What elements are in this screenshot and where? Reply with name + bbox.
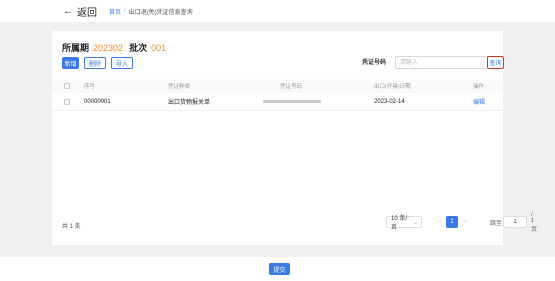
- page-title: 所属期 202302 批次 001: [62, 41, 172, 54]
- chevron-down-icon: ⌄: [412, 219, 418, 226]
- goto-label: 跳至: [490, 220, 503, 227]
- page-size-select[interactable]: 10 条/页 ⌄: [386, 216, 422, 231]
- delete-button[interactable]: 删除: [84, 57, 106, 69]
- breadcrumb-current: 出口退(免)凭证信息查询: [128, 9, 193, 16]
- breadcrumb-separator: /: [124, 8, 126, 14]
- prev-page-button[interactable]: ‹: [436, 216, 444, 228]
- page-number-1[interactable]: 1: [446, 216, 458, 228]
- top-bar: ← 返回 首页 / 出口退(免)凭证信息查询: [0, 0, 555, 22]
- masked-voucher-number: [263, 100, 321, 103]
- arrow-left-icon: ←: [63, 5, 73, 17]
- edit-link[interactable]: 编辑: [473, 93, 485, 110]
- row-seq: 00000001: [84, 98, 111, 105]
- select-all-checkbox[interactable]: [64, 83, 70, 89]
- batch-value: 001: [151, 43, 167, 53]
- breadcrumb: 首页 / 出口退(免)凭证信息查询: [109, 7, 193, 16]
- back-button[interactable]: ← 返回: [63, 4, 97, 19]
- total-count: 共 1 条: [62, 224, 81, 230]
- period-value: 202302: [93, 43, 124, 53]
- row-type: 出口货物报关单: [168, 100, 211, 106]
- add-button[interactable]: 新增: [62, 57, 79, 69]
- row-checkbox[interactable]: [64, 98, 70, 105]
- column-header-action: 操作: [473, 84, 485, 90]
- column-header-date: 出口(开具)日期: [374, 84, 411, 90]
- table-row: 00000001 出口货物报关单 2023-02-14 编辑: [52, 93, 503, 111]
- back-label: 返回: [77, 7, 97, 19]
- page-size-value: 10 条/页: [391, 216, 408, 231]
- import-button[interactable]: 导入: [111, 57, 133, 69]
- column-header-type: 凭证种类: [168, 84, 191, 90]
- column-header-seq: 序号: [84, 84, 96, 90]
- total-pages: / 1 页: [531, 211, 538, 233]
- voucher-number-label: 凭证号码: [362, 60, 387, 66]
- voucher-number-input[interactable]: [395, 56, 488, 69]
- batch-label: 批次: [129, 43, 148, 53]
- breadcrumb-home[interactable]: 首页: [109, 7, 121, 16]
- goto-page-input[interactable]: [503, 216, 527, 228]
- row-date: 2023-02-14: [374, 98, 405, 105]
- next-page-button[interactable]: ›: [461, 216, 469, 228]
- column-header-voucher-no: 凭证号码: [280, 84, 303, 90]
- submit-button[interactable]: 提交: [269, 263, 290, 275]
- period-label: 所属期: [62, 43, 90, 53]
- query-button[interactable]: 查询: [487, 56, 504, 69]
- table-header: 序号 凭证种类 凭证号码 出口(开具)日期 操作: [52, 79, 503, 93]
- main-card: 所属期 202302 批次 001 新增 删除 导入 凭证号码 查询 序号 凭证…: [52, 31, 537, 245]
